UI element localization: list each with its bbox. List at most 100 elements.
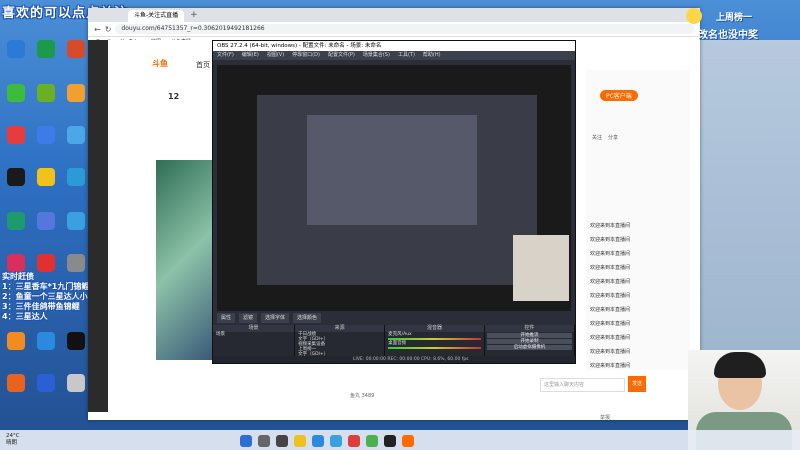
desktop-icon[interactable] [62, 126, 90, 145]
chat-input[interactable]: 这里输入聊天内容 [540, 378, 625, 392]
select-font-button[interactable]: 选择字体 [261, 313, 290, 323]
desktop-icon[interactable] [32, 126, 60, 145]
select-color-button[interactable]: 选择颜色 [293, 313, 322, 323]
app-icon[interactable] [348, 435, 360, 447]
obs-menu-item[interactable]: 视图(V) [267, 51, 284, 60]
follow-button[interactable]: 关注 [592, 134, 602, 141]
desktop-icon[interactable] [62, 254, 90, 273]
desktop-icon[interactable] [2, 212, 30, 231]
desktop-icon[interactable] [2, 84, 30, 103]
desktop-icon[interactable] [2, 40, 30, 59]
fish-ball-count: 鱼丸 3489 [350, 393, 375, 399]
chat-line: 欢迎来到本直播间 [590, 363, 631, 369]
dock-header: 混音器 [385, 325, 484, 332]
obs-menu-item[interactable]: 帮助(H) [423, 51, 441, 60]
obs-icon[interactable] [384, 435, 396, 447]
browser-tab[interactable]: 斗鱼-关注式直播 [128, 10, 185, 22]
chat-line: 欢迎来到本直播间 [590, 349, 631, 355]
top-right-badge: 上周榜一 改名也没中奖 [678, 4, 798, 44]
desktop-icon[interactable] [62, 332, 90, 351]
desktop-icon[interactable] [2, 254, 30, 273]
report-link[interactable]: 举报 [600, 414, 610, 421]
desktop-icon[interactable] [32, 212, 60, 231]
sun-icon [686, 8, 702, 24]
pc-client-button[interactable]: PC客户端 [600, 90, 638, 101]
scene-item[interactable]: 场景 [213, 332, 294, 337]
dock-header: 场景 [213, 325, 295, 332]
obs-preview[interactable] [217, 65, 571, 311]
mixer-channel: 麦克风/Aux [388, 332, 412, 337]
nested-preview-inner [307, 115, 477, 225]
share-button[interactable]: 分享 [608, 134, 618, 141]
taskbar: 24°C 晴朗 [0, 430, 800, 450]
filters-tab[interactable]: 滤镜 [239, 313, 258, 323]
start-streaming-button[interactable]: 开始推流 [486, 333, 572, 338]
desktop-icon[interactable] [32, 332, 60, 351]
obs-menu-item[interactable]: 工具(T) [398, 51, 415, 60]
start-recording-button[interactable]: 开始录制 [486, 339, 572, 344]
nav-home[interactable]: 首页 [196, 60, 210, 70]
browser-tab-bar: 斗鱼-关注式直播 + [88, 8, 700, 22]
site-logo[interactable]: 斗鱼 [152, 58, 168, 69]
url-field[interactable]: douyu.com/64751357_r=0.3062019492181266 [115, 24, 694, 34]
desktop-icon[interactable] [32, 40, 60, 59]
chat-line: 欢迎来到本直播间 [590, 223, 631, 229]
weather-widget[interactable]: 24°C 晴朗 [6, 433, 20, 447]
new-tab-icon[interactable]: + [190, 10, 198, 20]
obs-window: OBS 27.2.4 (64-bit, windows) - 配置文件: 未命名… [212, 40, 576, 364]
douyu-icon[interactable] [402, 435, 414, 447]
desktop-icon[interactable] [2, 332, 30, 351]
desktop-icon[interactable] [32, 254, 60, 273]
stream-video-left[interactable] [156, 160, 212, 360]
desktop-icon[interactable] [62, 168, 90, 187]
obs-menu-item[interactable]: 场景集合(S) [363, 51, 390, 60]
obs-menu-bar: 文件(F) 编辑(E) 视图(V) 停靠窗口(D) 配置文件(P) 场景集合(S… [213, 51, 575, 60]
desktop-icon[interactable] [62, 40, 90, 59]
start-icon[interactable] [240, 435, 252, 447]
virtual-camera-button[interactable]: 启动虚拟摄像机 [486, 345, 572, 350]
obs-menu-item[interactable]: 编辑(E) [242, 51, 259, 60]
chat-line: 欢迎来到本直播间 [590, 293, 631, 299]
obs-source-toolbar: 属性 滤镜 选择字体 选择颜色 [213, 313, 579, 323]
desktop-icon[interactable] [62, 212, 90, 231]
obs-title-bar: OBS 27.2.4 (64-bit, windows) - 配置文件: 未命名… [213, 41, 575, 51]
edge-icon[interactable] [312, 435, 324, 447]
send-button[interactable]: 发送 [628, 376, 646, 392]
properties-tab[interactable]: 属性 [217, 313, 236, 323]
desktop-icon[interactable] [32, 84, 60, 103]
dock-header: 控件 [484, 325, 574, 332]
desktop-right-area [700, 40, 800, 350]
chat-line: 欢迎来到本直播间 [590, 251, 631, 257]
site-left-nav [88, 40, 108, 412]
task-view-icon[interactable] [276, 435, 288, 447]
dock-header: 来源 [295, 325, 385, 332]
taskbar-apps [240, 435, 414, 447]
chat-line: 欢迎来到本直播间 [590, 237, 631, 243]
reload-icon[interactable]: ↻ [105, 25, 112, 34]
volume-meter [388, 347, 481, 349]
obs-menu-item[interactable]: 配置文件(P) [328, 51, 355, 60]
weather-temp: 24°C [6, 433, 20, 439]
chat-line: 欢迎来到本直播间 [590, 279, 631, 285]
desktop-icon[interactable] [2, 126, 30, 145]
obs-menu-item[interactable]: 停靠窗口(D) [292, 51, 320, 60]
mixer-channel: 桌面音频 [388, 341, 407, 346]
file-explorer-icon[interactable] [294, 435, 306, 447]
obs-menu-item[interactable]: 文件(F) [217, 51, 234, 60]
desktop-icon[interactable] [32, 168, 60, 187]
badge-top-text: 上周榜一 [716, 13, 753, 23]
desktop-icon[interactable] [62, 374, 90, 393]
fans-count: 12 [168, 92, 180, 101]
chat-line: 欢迎来到本直播间 [590, 321, 631, 327]
preview-webcam [513, 235, 569, 301]
volume-meter [388, 338, 481, 340]
back-icon[interactable]: ← [94, 25, 101, 34]
search-icon[interactable] [258, 435, 270, 447]
desktop-icon[interactable] [2, 374, 30, 393]
weather-desc: 晴朗 [6, 440, 18, 446]
store-icon[interactable] [330, 435, 342, 447]
chrome-icon[interactable] [366, 435, 378, 447]
desktop-icon[interactable] [2, 168, 30, 187]
desktop-icon[interactable] [32, 374, 60, 393]
desktop-icon[interactable] [62, 84, 90, 103]
